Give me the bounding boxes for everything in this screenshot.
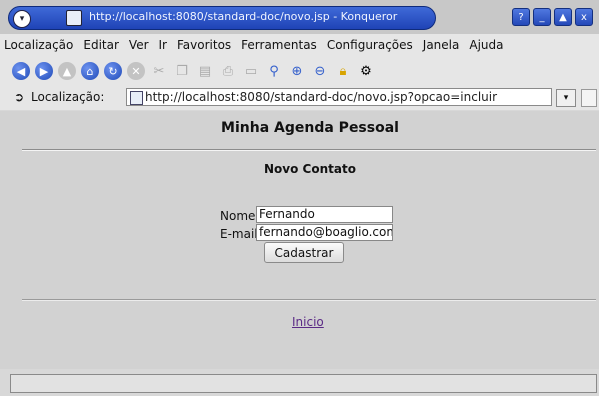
go-button[interactable] [581,89,597,107]
find-icon[interactable]: ⚲ [265,62,283,80]
status-text [10,374,597,393]
page-title: Minha Agenda Pessoal [221,120,399,136]
title-pill[interactable]: ▾ http://localhost:8080/standard-doc/nov… [8,6,436,30]
copy-icon[interactable]: ❐ [173,62,191,80]
menu-janela[interactable]: Janela [423,38,460,52]
up-icon[interactable]: ▲ [58,62,76,80]
location-arrow-icon: ➲ [14,90,25,104]
menu-ferramentas[interactable]: Ferramentas [241,38,317,52]
help-button[interactable]: ? [512,8,530,26]
url-input[interactable]: http://localhost:8080/standard-doc/novo.… [126,88,552,106]
menu-favoritos[interactable]: Favoritos [177,38,231,52]
divider-top [22,149,596,151]
url-page-icon [130,91,143,105]
main-toolbar: ◀ ▶ ▲ ⌂ ↻ ✕ ✂ ❐ ▤ ⎙ ▭ ⚲ ⊕ ⊖ 🔒︎ ⚙ [0,56,599,86]
url-text: http://localhost:8080/standard-doc/novo.… [145,90,498,104]
back-icon[interactable]: ◀ [12,62,30,80]
zoom-in-icon[interactable]: ⊕ [288,62,306,80]
inicio-link[interactable]: Inicio [292,315,324,329]
page-icon [66,10,82,26]
minimize-button[interactable]: _ [533,8,551,26]
location-bar: ➲ Localização: http://localhost:8080/sta… [0,86,599,110]
window-title: http://localhost:8080/standard-doc/novo.… [89,10,398,23]
cadastrar-button[interactable]: Cadastrar [264,242,344,263]
email-input[interactable]: fernando@boaglio.com [256,224,393,241]
menu-localizacao[interactable]: Localização [4,38,73,52]
menu-ver[interactable]: Ver [129,38,149,52]
menu-bar: Localização Editar Ver Ir Favoritos Ferr… [0,34,599,56]
stop-icon[interactable]: ✕ [127,62,145,80]
status-bar [0,370,599,396]
security-lock-icon[interactable]: 🔒︎ [334,62,352,80]
cut-icon[interactable]: ✂ [150,62,168,80]
reload-icon[interactable]: ↻ [104,62,122,80]
zoom-out-icon[interactable]: ⊖ [311,62,329,80]
menu-editar[interactable]: Editar [83,38,119,52]
menu-configuracoes[interactable]: Configurações [327,38,413,52]
paste-icon[interactable]: ▤ [196,62,214,80]
title-bar: ▾ http://localhost:8080/standard-doc/nov… [0,0,599,34]
print-icon[interactable]: ⎙ [219,62,237,80]
menu-ajuda[interactable]: Ajuda [469,38,503,52]
konqueror-gear-icon[interactable]: ⚙ [357,62,375,80]
menu-ir[interactable]: Ir [159,38,167,52]
print-frame-icon[interactable]: ▭ [242,62,260,80]
nome-input[interactable]: Fernando [256,206,393,223]
home-icon[interactable]: ⌂ [81,62,99,80]
maximize-button[interactable]: ▲ [554,8,572,26]
url-dropdown-button[interactable]: ▾ [556,89,576,107]
forward-icon[interactable]: ▶ [35,62,53,80]
browser-window: ▾ http://localhost:8080/standard-doc/nov… [0,0,599,396]
window-controls: ? _ ▲ x [512,8,593,26]
divider-bottom [22,299,596,301]
close-button[interactable]: x [575,8,593,26]
nome-label: Nome: [220,209,260,223]
page-subtitle: Novo Contato [264,162,356,176]
location-label: Localização: [31,90,105,104]
page-content: Minha Agenda Pessoal Novo Contato Nome: … [0,111,599,369]
window-menu-icon[interactable]: ▾ [13,10,31,28]
